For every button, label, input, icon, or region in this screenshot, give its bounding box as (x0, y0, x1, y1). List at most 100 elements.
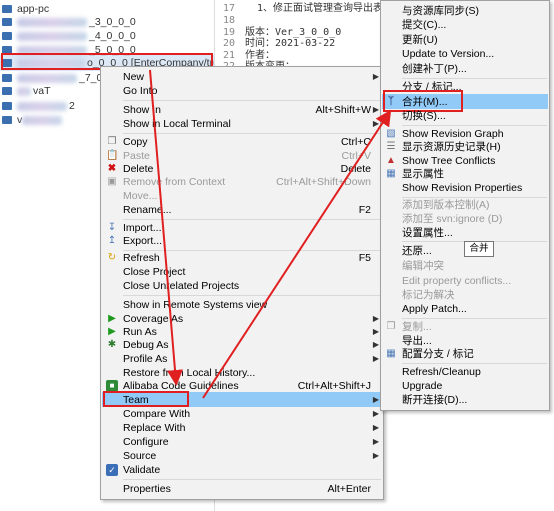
menu-item-new[interactable]: New ▶ (101, 70, 383, 84)
refresh-icon: ↻ (107, 252, 117, 263)
menu-item-restore-history[interactable]: Restore from Local History... (101, 366, 383, 380)
annotation-box-team (103, 391, 189, 407)
tree-item[interactable]: _7_0_ (2, 71, 108, 85)
submenu-item-revision-props[interactable]: Show Revision Properties (381, 181, 549, 195)
coverage-icon: ▶ (108, 313, 116, 324)
revision-graph-icon: ▧ (386, 128, 396, 139)
menu-separator (123, 479, 381, 480)
team-submenu: 与资源库同步(S) 提交(C)... 更新(U) Update to Versi… (380, 0, 550, 411)
submenu-arrow-icon: ▶ (372, 423, 379, 432)
menu-item-run-as[interactable]: ▶ Run As ▶ (101, 325, 383, 339)
submenu-arrow-icon: ▶ (372, 437, 379, 446)
menu-item-delete[interactable]: ✖ Delete Delete (101, 162, 383, 176)
menu-item-debug-as[interactable]: ✱ Debug As ▶ (101, 338, 383, 352)
menu-item-import[interactable]: ↧ Import... (101, 221, 383, 235)
submenu-item-create-patch[interactable]: 创建补丁(P)... (381, 62, 549, 76)
tree-item[interactable]: v (2, 113, 64, 127)
submenu-arrow-icon: ▶ (372, 395, 379, 404)
submenu-item-revision-graph[interactable]: ▧ Show Revision Graph (381, 127, 549, 141)
submenu-item-config-branch[interactable]: ▦ 配置分支 / 标记 (381, 347, 549, 361)
menu-separator (123, 100, 381, 101)
tree-item[interactable]: _4_0_0_0 (2, 29, 136, 43)
menu-item-properties[interactable]: Properties Alt+Enter (101, 482, 383, 496)
code-line: 17 1、修正面试管理查询导出表 (223, 3, 384, 14)
redacted-text (22, 115, 63, 125)
submenu-arrow-icon: ▶ (372, 340, 379, 349)
menu-item-close-project[interactable]: Close Project (101, 265, 383, 279)
run-icon: ▶ (108, 326, 116, 337)
submenu-arrow-icon: ▶ (372, 354, 379, 363)
submenu-item-update-version[interactable]: Update to Version... (381, 47, 549, 61)
submenu-item-set-props[interactable]: 设置属性... (381, 226, 549, 240)
submenu-item-update[interactable]: 更新(U) (381, 33, 549, 47)
submenu-item-add-vc[interactable]: 添加到版本控制(A) (381, 198, 549, 212)
folder-icon (2, 32, 12, 41)
checkbox-checked-icon: ✓ (106, 464, 118, 476)
menu-item-coverage-as[interactable]: ▶ Coverage As ▶ (101, 312, 383, 326)
redacted-text (17, 86, 31, 96)
debug-icon: ✱ (107, 339, 117, 350)
submenu-item-edit-prop-conflicts[interactable]: Edit property conflicts... (381, 274, 549, 288)
submenu-item-refresh-cleanup[interactable]: Refresh/Cleanup (381, 365, 549, 379)
context-menu: New ▶ Go Into Show In Alt+Shift+W ▶ Show in… (100, 66, 384, 500)
menu-item-show-local-terminal[interactable]: Show in Local Terminal ▶ (101, 117, 383, 131)
submenu-item-tree-conflicts[interactable]: ▲ Show Tree Conflicts (381, 154, 549, 168)
copy-icon: ❐ (107, 136, 117, 147)
submenu-item-disconnect[interactable]: 断开连接(D)... (381, 393, 549, 407)
submenu-arrow-icon: ▶ (372, 314, 379, 323)
menu-item-rename[interactable]: Rename... F2 (101, 203, 383, 217)
menu-separator (123, 219, 381, 220)
menu-item-profile-as[interactable]: Profile As ▶ (101, 352, 383, 366)
submenu-item-switch[interactable]: 切换(S)... (381, 109, 549, 123)
menu-item-export[interactable]: ↥ Export... (101, 234, 383, 248)
menu-separator (402, 318, 547, 319)
menu-item-remove-from-context[interactable]: ▣ Remove from Context Ctrl+Alt+Shift+Down (101, 175, 383, 189)
submenu-item-mark-resolved[interactable]: 标记为解决 (381, 288, 549, 302)
history-icon: ☰ (386, 141, 396, 152)
properties-icon: ▦ (386, 168, 396, 179)
menu-item-replace-with[interactable]: Replace With ▶ (101, 421, 383, 435)
submenu-item-apply-patch[interactable]: Apply Patch... (381, 302, 549, 316)
tree-item[interactable]: app-pc (2, 2, 49, 16)
menu-item-refresh[interactable]: ↻ Refresh F5 (101, 251, 383, 265)
submenu-arrow-icon: ▶ (372, 72, 379, 81)
tree-item[interactable]: vaT (2, 84, 51, 98)
remove-context-icon: ▣ (107, 176, 117, 187)
redacted-text (17, 31, 87, 41)
menu-item-validate[interactable]: ✓ Validate (101, 463, 383, 477)
folder-icon (2, 18, 12, 27)
export-icon: ↥ (107, 235, 117, 246)
submenu-item-history[interactable]: ☰ 显示资源历史记录(H) (381, 140, 549, 154)
menu-item-compare-with[interactable]: Compare With ▶ (101, 407, 383, 421)
import-icon: ↧ (107, 222, 117, 233)
submenu-item-add-ignore[interactable]: 添加至 svn:ignore (D) (381, 212, 549, 226)
tree-item[interactable]: 2 (2, 99, 75, 113)
menu-item-paste[interactable]: 📋 Paste Ctrl+V (101, 149, 383, 163)
menu-item-show-in[interactable]: Show In Alt+Shift+W ▶ (101, 103, 383, 117)
tree-conflicts-icon: ▲ (386, 155, 396, 166)
copy-icon: ❐ (386, 321, 396, 332)
menu-item-close-unrelated[interactable]: Close Unrelated Projects (101, 279, 383, 293)
submenu-item-upgrade[interactable]: Upgrade (381, 379, 549, 393)
branch-config-icon: ▦ (386, 348, 396, 359)
submenu-item-show-props[interactable]: ▦ 显示属性 (381, 167, 549, 181)
submenu-arrow-icon: ▶ (372, 409, 379, 418)
menu-item-configure[interactable]: Configure ▶ (101, 435, 383, 449)
menu-item-copy[interactable]: ❐ Copy Ctrl+C (101, 135, 383, 149)
delete-icon: ✖ (107, 163, 117, 174)
tree-item[interactable]: _3_0_0_0 (2, 15, 136, 29)
submenu-item-export[interactable]: 导出... (381, 334, 549, 348)
menu-separator (402, 125, 547, 126)
redacted-text (17, 101, 67, 111)
menu-item-go-into[interactable]: Go Into (101, 84, 383, 98)
submenu-item-commit[interactable]: 提交(C)... (381, 18, 549, 32)
menu-item-move[interactable]: Move... (101, 189, 383, 203)
submenu-item-edit-conflicts[interactable]: 编辑冲突 (381, 259, 549, 273)
menu-item-source[interactable]: Source ▶ (101, 449, 383, 463)
submenu-item-sync[interactable]: 与资源库同步(S) (381, 4, 549, 18)
menu-item-show-remote[interactable]: Show in Remote Systems view (101, 298, 383, 312)
submenu-item-copy[interactable]: ❐ 复制... (381, 320, 549, 334)
folder-icon (2, 116, 12, 125)
menu-separator (123, 295, 381, 296)
tooltip: 合并 (464, 241, 494, 257)
